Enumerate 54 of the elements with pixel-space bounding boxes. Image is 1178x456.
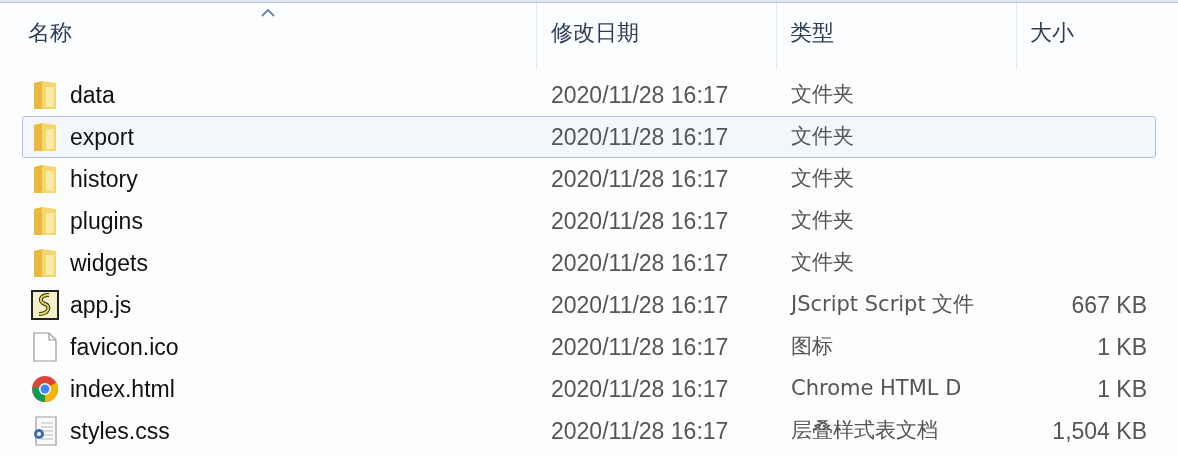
file-size: 1 KB [1097, 374, 1147, 404]
file-row[interactable]: widgets 2020/11/28 16:17 文件夹 [22, 242, 1156, 284]
folder-icon [32, 163, 58, 195]
file-icon [33, 332, 57, 362]
file-name: index.html [70, 374, 175, 404]
modified-date: 2020/11/28 16:17 [550, 332, 730, 362]
modified-date: 2020/11/28 16:17 [550, 374, 730, 404]
file-row[interactable]: app.js 2020/11/28 16:17 JScript Script 文件 667 KB [22, 284, 1156, 326]
folder-icon [32, 121, 58, 153]
file-row[interactable]: data 2020/11/28 16:17 文件夹 [22, 74, 1156, 116]
file-name: app.js [70, 290, 132, 320]
file-row[interactable]: index.html 2020/11/28 16:17 Chrome HTML D 1 KB [22, 368, 1156, 410]
file-size: 1,504 KB [1052, 416, 1147, 446]
modified-date: 2020/11/28 16:17 [550, 416, 730, 446]
file-type: 图标 [790, 333, 834, 361]
file-type: 文件夹 [790, 207, 855, 235]
file-row[interactable]: history 2020/11/28 16:17 文件夹 [22, 158, 1156, 200]
file-row[interactable]: favicon.ico 2020/11/28 16:17 图标 1 KB [22, 326, 1156, 368]
column-header[interactable]: 名称 [0, 3, 537, 70]
modified-date: 2020/11/28 16:17 [550, 248, 730, 278]
file-type: 文件夹 [790, 249, 855, 277]
file-type: 文件夹 [790, 81, 855, 109]
file-size: 667 KB [1071, 290, 1147, 320]
file-name: styles.css [70, 416, 170, 446]
file-row[interactable]: styles.css 2020/11/28 16:17 层叠样式表文档 1,504 KB [22, 410, 1156, 452]
modified-date: 2020/11/28 16:17 [550, 122, 730, 152]
modified-date: 2020/11/28 16:17 [550, 206, 730, 236]
modified-date: 2020/11/28 16:17 [550, 290, 730, 320]
file-size: 1 KB [1097, 332, 1147, 362]
script-file-icon [31, 290, 59, 320]
file-name: history [70, 164, 138, 194]
sort-ascending-icon [261, 9, 275, 17]
file-type: JScript Script 文件 [789, 291, 976, 319]
modified-date: 2020/11/28 16:17 [550, 80, 730, 110]
column-header[interactable]: 修改日期 [537, 3, 777, 70]
column-header[interactable]: 大小 [1017, 3, 1178, 70]
file-row[interactable]: export 2020/11/28 16:17 文件夹 [22, 116, 1156, 158]
file-name: data [70, 80, 115, 110]
column-header[interactable]: 类型 [777, 3, 1017, 70]
stylesheet-file-icon [32, 416, 58, 446]
file-name: widgets [70, 248, 148, 278]
folder-icon [32, 205, 58, 237]
file-type: 文件夹 [790, 123, 855, 151]
file-type: Chrome HTML D [790, 375, 963, 403]
browser-icon [31, 375, 59, 403]
file-name: export [70, 122, 134, 152]
file-type: 文件夹 [790, 165, 855, 193]
file-name: favicon.ico [70, 332, 179, 362]
folder-icon [32, 247, 58, 279]
file-row[interactable]: plugins 2020/11/28 16:17 文件夹 [22, 200, 1156, 242]
folder-icon [32, 79, 58, 111]
file-name: plugins [70, 206, 143, 236]
modified-date: 2020/11/28 16:17 [550, 164, 730, 194]
file-type: 层叠样式表文档 [790, 417, 939, 445]
